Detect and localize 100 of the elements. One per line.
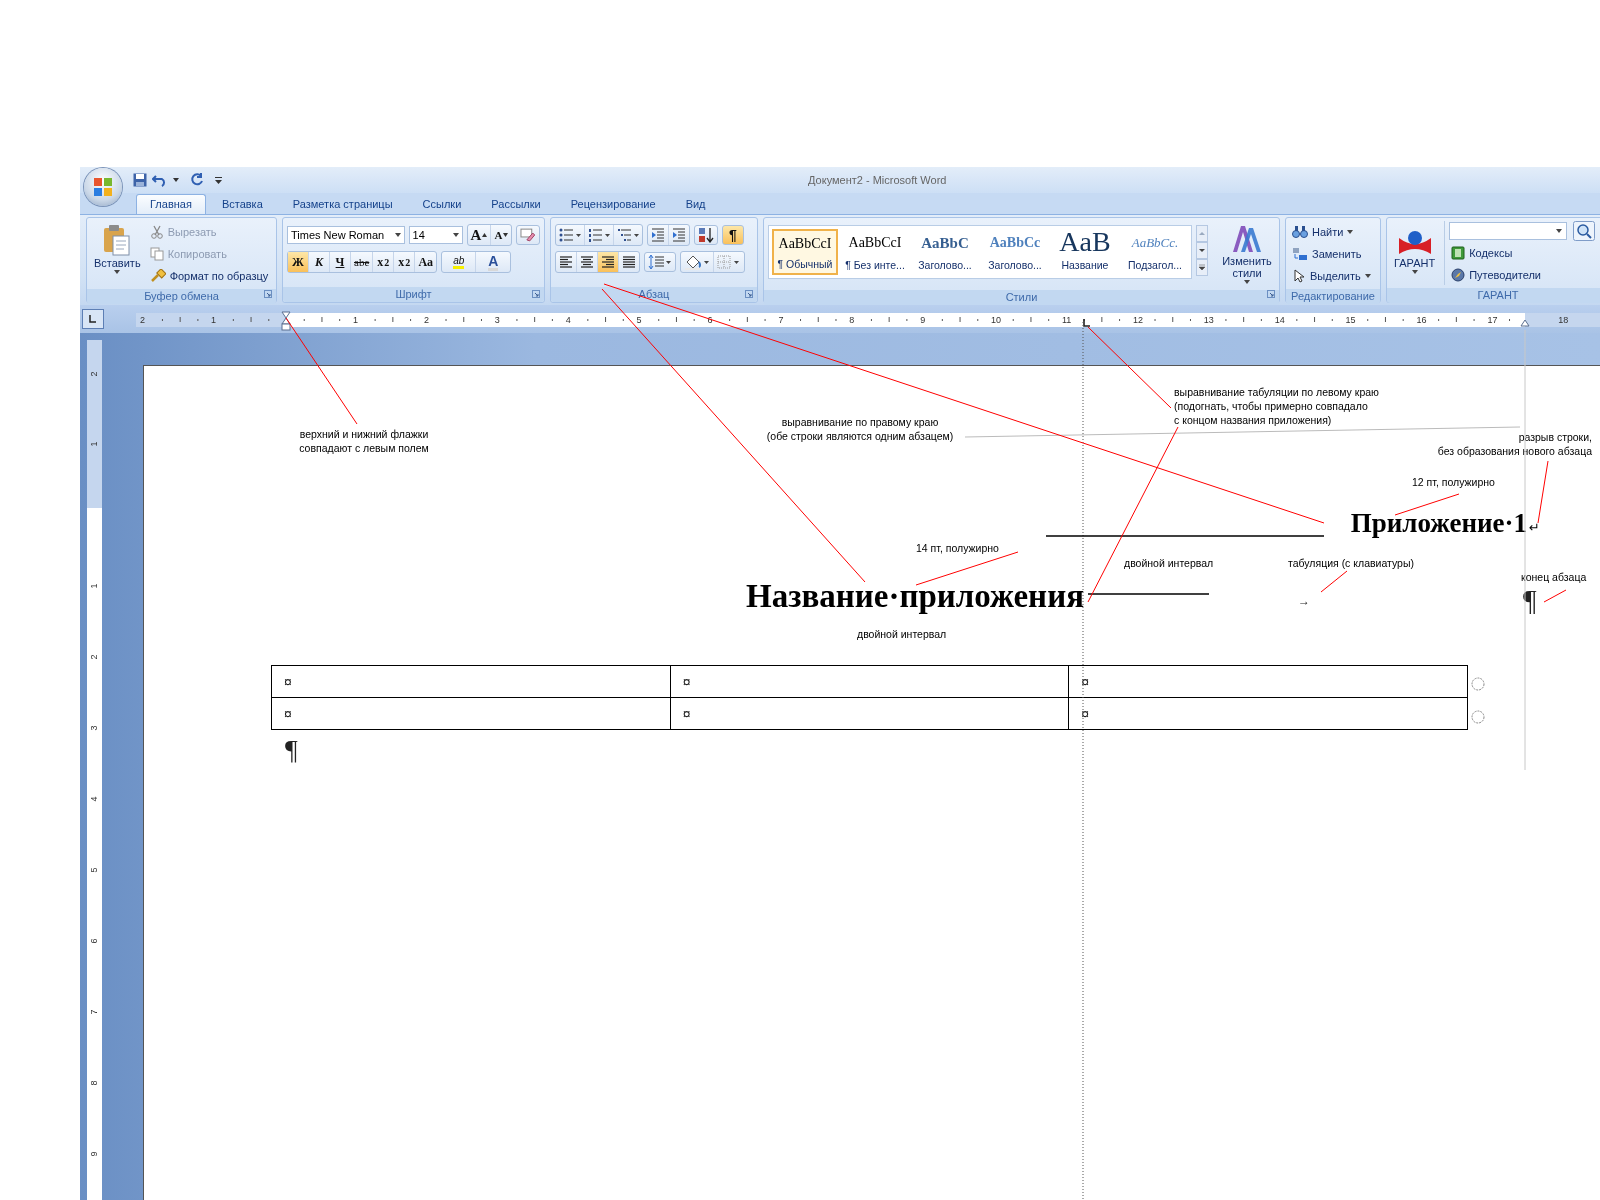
annotation-text: табуляция (с клавиатуры) bbox=[1288, 556, 1415, 570]
ruler-number: 7 bbox=[87, 1009, 100, 1015]
garant-button[interactable]: ГАРАНТ bbox=[1391, 225, 1439, 285]
font-size-step-button[interactable]: A bbox=[467, 225, 492, 245]
garant-link-button[interactable]: Кодексы bbox=[1449, 242, 1596, 263]
paste-button[interactable]: Вставить bbox=[91, 221, 144, 286]
dialog-launcher-icon[interactable] bbox=[264, 290, 272, 298]
search-field[interactable] bbox=[1449, 222, 1568, 240]
font-size-field[interactable]: 14 bbox=[408, 226, 463, 244]
bullet-list-icon bbox=[559, 228, 581, 242]
ruler-number: 2 bbox=[140, 314, 145, 326]
ribbon-tab[interactable]: Главная bbox=[136, 194, 206, 214]
dialog-launcher-icon[interactable] bbox=[745, 290, 753, 298]
highlight-button[interactable]: ab bbox=[442, 252, 477, 272]
paint-bucket-icon bbox=[684, 254, 710, 270]
ribbon-tab[interactable]: Рецензирование bbox=[556, 194, 670, 214]
annotation-text: верхний и нижний флажки совпадают с левым полем bbox=[298, 427, 430, 455]
ruler-number: 1 bbox=[87, 583, 100, 589]
window-title: Документ2 - Microsoft Word bbox=[808, 174, 947, 186]
undo-icon[interactable] bbox=[152, 173, 168, 187]
office-logo-icon bbox=[92, 176, 114, 198]
leader-line bbox=[1537, 460, 1549, 524]
borders-icon bbox=[717, 255, 741, 269]
ribbon-tab[interactable]: Вставка bbox=[207, 194, 277, 214]
sort-icon bbox=[698, 227, 714, 243]
customize-caret-icon[interactable] bbox=[215, 176, 222, 184]
ruler-number: 2 bbox=[87, 654, 100, 660]
ruler-number: 4 bbox=[87, 796, 100, 802]
annotation-text: 12 пт, полужирно bbox=[1412, 475, 1496, 489]
ribbon-tab[interactable]: Вид bbox=[671, 194, 720, 214]
show-marks-button[interactable]: ¶ bbox=[722, 225, 744, 245]
scroll-down-icon[interactable] bbox=[1196, 242, 1208, 259]
font-color-button[interactable]: A bbox=[476, 252, 511, 272]
format-button[interactable]: Aa bbox=[415, 252, 437, 272]
ruler-number: 14 bbox=[1274, 314, 1285, 326]
caret-icon bbox=[1364, 273, 1371, 278]
search-icon[interactable] bbox=[1573, 221, 1596, 241]
ruler-number: 1 bbox=[211, 314, 216, 326]
caret-icon bbox=[1244, 280, 1250, 284]
ribbon-tab[interactable]: Ссылки bbox=[408, 194, 476, 214]
style-preset[interactable]: AaBbCcI ¶ Обычный bbox=[772, 229, 838, 275]
ruler-number: 6 bbox=[707, 314, 713, 326]
caret-icon bbox=[482, 233, 488, 237]
clipboard-icon bbox=[102, 224, 133, 256]
garant-link-button[interactable]: Путеводители bbox=[1449, 264, 1596, 285]
ball-swoosh-icon bbox=[1397, 228, 1432, 256]
ruler-number: 15 bbox=[1345, 314, 1356, 326]
clear-format-button[interactable] bbox=[516, 225, 540, 245]
eraser-icon bbox=[520, 228, 536, 242]
tab-selector-icon[interactable] bbox=[82, 309, 104, 329]
right-indent-icon[interactable] bbox=[1520, 319, 1530, 327]
scissors-icon bbox=[149, 224, 164, 239]
save-icon[interactable] bbox=[133, 173, 147, 187]
format-button[interactable]: abe bbox=[351, 252, 374, 272]
indent-marker-icon[interactable] bbox=[281, 311, 291, 331]
table-cell: ¤ bbox=[271, 665, 671, 698]
tab-stop-icon[interactable] bbox=[1083, 319, 1091, 327]
change-styles-button[interactable]: Изменить стили bbox=[1216, 221, 1278, 287]
caret-icon[interactable] bbox=[1556, 229, 1563, 233]
leader-line bbox=[1543, 589, 1567, 603]
dialog-launcher-icon[interactable] bbox=[532, 290, 540, 298]
leader-line bbox=[1320, 570, 1348, 593]
format-button[interactable]: Ж bbox=[288, 252, 309, 272]
ruler-number: 4 bbox=[565, 314, 571, 326]
appendix-heading: Приложение·1 bbox=[1350, 508, 1528, 539]
editing-button[interactable]: Найти bbox=[1290, 221, 1376, 242]
multilevel-list-icon bbox=[617, 228, 639, 242]
ruler-number: 1 bbox=[87, 441, 100, 447]
group-label: Редактирование bbox=[1286, 289, 1380, 304]
brush-icon bbox=[149, 268, 166, 283]
font-name-field[interactable]: Times New Roman bbox=[287, 226, 405, 244]
appendix-title: Название·приложения bbox=[745, 578, 1084, 615]
ruler-number: 8 bbox=[87, 1080, 100, 1086]
sort-button[interactable] bbox=[694, 225, 718, 245]
editing-button[interactable]: Выделить bbox=[1290, 265, 1376, 286]
ribbon-tab[interactable]: Рассылки bbox=[477, 194, 555, 214]
ribbon-tab[interactable]: Разметка страницы bbox=[278, 194, 407, 214]
ruler-number: 10 bbox=[991, 314, 1002, 326]
line-spacing-button[interactable] bbox=[644, 252, 676, 272]
annotation-text: 14 пт, полужирно bbox=[916, 541, 1000, 555]
ruler-number: 8 bbox=[849, 314, 855, 326]
font-size-step-button[interactable]: A bbox=[491, 225, 512, 245]
table-cell: ¤ bbox=[670, 665, 1069, 698]
ruler-number: 3 bbox=[494, 314, 500, 326]
align-button[interactable] bbox=[598, 252, 619, 272]
table-cell: ¤ bbox=[271, 697, 671, 730]
format-button[interactable]: Ч bbox=[330, 252, 351, 272]
paragraph-mark: ¶ bbox=[285, 734, 298, 766]
ruler-number: 5 bbox=[87, 867, 100, 873]
redo-icon[interactable] bbox=[190, 173, 204, 187]
format-button[interactable]: К bbox=[309, 252, 330, 272]
caret-icon bbox=[503, 233, 509, 237]
row-end-mark-icon bbox=[1471, 677, 1485, 691]
caret-icon bbox=[1411, 270, 1418, 274]
caret-icon[interactable] bbox=[173, 178, 179, 182]
gallery-more-icon[interactable] bbox=[1196, 259, 1208, 276]
editing-button[interactable]: Заменить bbox=[1290, 243, 1376, 264]
clipboard-action-button[interactable]: Формат по образцу bbox=[147, 265, 271, 286]
office-button[interactable] bbox=[84, 168, 122, 206]
dialog-launcher-icon[interactable] bbox=[1267, 290, 1275, 298]
